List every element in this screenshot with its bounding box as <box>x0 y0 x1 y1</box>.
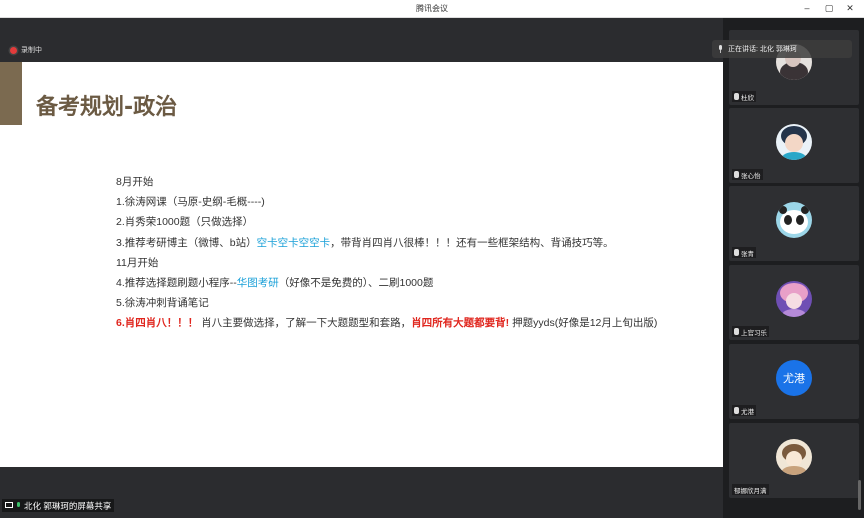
slide-line: 6.肖四肖八！！！ 肖八主要做选择，了解一下大题题型和套路，肖四所有大题都要背!… <box>116 313 657 333</box>
emphasis-text: 肖四肖八！！！ <box>124 317 199 330</box>
active-speaker-label: 正在讲话: 北化 郭琳珂 <box>728 46 797 53</box>
record-icon <box>10 46 17 54</box>
mic-icon <box>734 249 739 256</box>
avatar <box>776 281 812 317</box>
avatar-image <box>776 439 812 475</box>
participant-name-text: 尤港 <box>741 408 754 416</box>
stage-bottom: 北化 郭琳珂的屏幕共享 <box>0 468 723 518</box>
line-text: 押题yyds(好像是12月上旬出版) <box>512 317 658 330</box>
avatar-image <box>776 281 812 317</box>
presentation-slide: 备考规划-政治 8月开始 1.徐涛网课（马原-史纲-毛概----) 2.肖秀荣1… <box>0 62 723 467</box>
slide-line: 1.徐涛网课（马原-史纲-毛概----) <box>116 192 657 212</box>
participant-name: 张心怡 <box>732 169 763 180</box>
blogger-name: 空卡空卡空空卡 <box>256 236 331 249</box>
line-text: 1.徐涛网课（马原-史纲-毛概----) <box>116 196 265 209</box>
line-text: ，带背肖四肖八很棒！！！还有一些框架结构、背诵技巧等。 <box>330 236 614 249</box>
sidebar-scrollbar[interactable] <box>858 480 861 510</box>
participant-name: 上官习乐 <box>732 326 769 337</box>
close-button[interactable]: ✕ <box>843 2 857 15</box>
slide-line: 3.推荐考研博主（微博、b站）空卡空卡空空卡，带背肖四肖八很棒！！！还有一些框架… <box>116 233 657 253</box>
participant-tile[interactable]: 张心怡 <box>729 108 859 183</box>
recording-label: 录制中 <box>21 47 42 54</box>
participant-name-text: 杜欣 <box>741 94 754 102</box>
participant-tile[interactable]: 尤港 尤港 <box>729 344 859 419</box>
participant-name-text: 郁娜欣月满 <box>734 487 767 495</box>
title-bar: 腾讯会议 – ▢ ✕ <box>0 0 864 18</box>
screen-share-label: 北化 郭琳珂的屏幕共享 <box>2 499 115 512</box>
mic-icon <box>734 407 739 414</box>
participant-tile[interactable]: 上官习乐 <box>729 265 859 340</box>
emphasis-text: 肖四所有大题都要背! <box>411 317 510 330</box>
mic-icon <box>734 171 739 178</box>
line-text: （好像不是免费的）、二刷1000题 <box>278 276 434 289</box>
participant-name-text: 张青 <box>741 250 754 258</box>
line-text: 肖八主要做选择，了解一下大题题型和套路， <box>201 317 412 330</box>
active-speaker-banner: 正在讲话: 北化 郭琳珂 <box>712 40 852 58</box>
avatar-image <box>776 124 812 160</box>
participant-name: 郁娜欣月满 <box>732 484 769 495</box>
mic-icon <box>17 502 20 507</box>
slide-line: 8月开始 <box>116 172 657 192</box>
line-text: 4.推荐选择题刷题小程序-- <box>116 276 237 289</box>
avatar: 尤港 <box>776 360 812 396</box>
line-text: 5.徐涛冲刺背诵笔记 <box>116 297 209 310</box>
slide-line: 4.推荐选择题刷题小程序--华图考研（好像不是免费的）、二刷1000题 <box>116 273 657 293</box>
minimize-button[interactable]: – <box>800 2 814 15</box>
mic-icon <box>719 45 722 53</box>
avatar <box>776 439 812 475</box>
participant-name: 杜欣 <box>732 91 756 102</box>
share-owner: 北化 郭琳珂的屏幕共享 <box>24 500 112 511</box>
slide-heading: 备考规划-政治 <box>36 95 178 120</box>
line-text: 3.推荐考研博主（微博、b站） <box>116 236 257 249</box>
avatar <box>776 124 812 160</box>
app-name: 华图考研 <box>236 276 279 289</box>
slide-line: 11月开始 <box>116 253 657 273</box>
line-text: 11月开始 <box>116 256 159 269</box>
participant-tile[interactable]: 张青 <box>729 186 859 261</box>
slide-accent-bar <box>0 62 22 125</box>
avatar-image <box>776 202 812 238</box>
participant-name: 尤港 <box>732 405 756 416</box>
participant-tile[interactable]: 郁娜欣月满 <box>729 423 859 498</box>
line-text: 8月开始 <box>116 176 154 188</box>
participant-name-text: 上官习乐 <box>741 329 767 337</box>
mic-icon <box>734 93 739 100</box>
line-text: 2.肖秀荣1000题（只做选择） <box>116 216 254 229</box>
slide-line: 2.肖秀荣1000题（只做选择） <box>116 212 657 232</box>
maximize-button[interactable]: ▢ <box>822 2 836 15</box>
mic-icon <box>734 328 739 335</box>
slide-line: 5.徐涛冲刺背诵笔记 <box>116 293 657 313</box>
screen-share-icon <box>5 502 13 508</box>
participant-name-text: 张心怡 <box>741 172 761 180</box>
window-title: 腾讯会议 <box>416 4 448 13</box>
slide-body: 8月开始 1.徐涛网课（马原-史纲-毛概----) 2.肖秀荣1000题（只做选… <box>116 172 657 334</box>
avatar <box>776 202 812 238</box>
recording-indicator[interactable]: 录制中 <box>10 43 42 57</box>
participant-name: 张青 <box>732 247 756 258</box>
line-number: 6. <box>116 317 125 330</box>
